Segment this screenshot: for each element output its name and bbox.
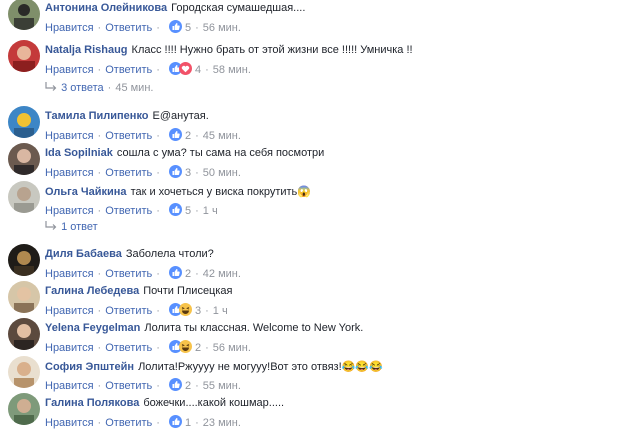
comment-text: так и хочеться у виска покрутить😱 bbox=[130, 186, 311, 198]
comment: Галина Полякова божечки....какой кошмар..… bbox=[8, 393, 612, 429]
comment-author[interactable]: Ida Sopilniak bbox=[45, 147, 113, 159]
replies-count-link[interactable]: 3 ответа bbox=[61, 82, 104, 94]
comment: Диля Бабаева Заболела чтоли? Нравится · Отв… bbox=[8, 244, 612, 280]
comment-author[interactable]: Yelena Feygelman bbox=[45, 322, 140, 334]
comment: Тамила Пилипенко Е@анутая. Нравится · Ответ… bbox=[8, 106, 612, 142]
comment-time[interactable]: 1 ч bbox=[203, 205, 218, 217]
comment: Natalja Rishaug Класс !!!! Нужно брать от… bbox=[8, 40, 612, 76]
reaction-count: 2 bbox=[184, 380, 192, 392]
like-button[interactable]: Нравится bbox=[45, 342, 94, 354]
reply-button[interactable]: Ответить bbox=[105, 64, 152, 76]
comment: София Эпштейн Лолита!Ржуууу не могууу!Вот… bbox=[8, 356, 612, 392]
replies-count-link[interactable]: 1 ответ bbox=[61, 221, 98, 233]
reaction-count: 3 bbox=[194, 305, 202, 317]
avatar[interactable] bbox=[8, 281, 40, 313]
reply-button[interactable]: Ответить bbox=[105, 22, 152, 34]
comment-time[interactable]: 1 ч bbox=[213, 305, 228, 317]
like-button[interactable]: Нравится bbox=[45, 268, 94, 280]
comment-time[interactable]: 23 мин. bbox=[203, 417, 241, 429]
like-reaction-icon[interactable] bbox=[168, 378, 182, 394]
like-button[interactable]: Нравится bbox=[45, 130, 94, 142]
haha-reaction-icon[interactable] bbox=[178, 340, 192, 356]
comment-time[interactable]: 42 мин. bbox=[203, 268, 241, 280]
like-reaction-icon[interactable] bbox=[168, 203, 182, 219]
comment-text: Заболела чтоли? bbox=[125, 248, 214, 260]
avatar[interactable] bbox=[8, 0, 40, 30]
love-reaction-icon[interactable] bbox=[178, 62, 192, 78]
comment: Ольга Чайкина так и хочеться у виска покр… bbox=[8, 181, 612, 217]
comment-text: Лолита ты классная. Welcome to New York. bbox=[144, 322, 364, 334]
haha-reaction-icon[interactable] bbox=[178, 303, 192, 319]
avatar[interactable] bbox=[8, 393, 40, 425]
like-button[interactable]: Нравится bbox=[45, 380, 94, 392]
reply-button[interactable]: Ответить bbox=[105, 380, 152, 392]
like-button[interactable]: Нравится bbox=[45, 417, 94, 429]
comment-author[interactable]: Natalja Rishaug bbox=[45, 44, 128, 56]
reply-arrow-icon bbox=[44, 221, 58, 233]
replies-time: 45 мин. bbox=[115, 82, 154, 94]
like-button[interactable]: Нравится bbox=[45, 22, 94, 34]
avatar[interactable] bbox=[8, 356, 40, 388]
reply-button[interactable]: Ответить bbox=[105, 342, 152, 354]
like-button[interactable]: Нравится bbox=[45, 64, 94, 76]
avatar[interactable] bbox=[8, 244, 40, 276]
comment-time[interactable]: 56 мин. bbox=[203, 22, 241, 34]
like-button[interactable]: Нравится bbox=[45, 305, 94, 317]
comment-time[interactable]: 50 мин. bbox=[203, 167, 241, 179]
reply-button[interactable]: Ответить bbox=[105, 167, 152, 179]
comment: Yelena Feygelman Лолита ты классная. Welc… bbox=[8, 318, 612, 354]
reply-button[interactable]: Ответить bbox=[105, 130, 152, 142]
comment: Галина Лебедева Почти Плисецкая Нравится ·… bbox=[8, 281, 612, 317]
reply-arrow-icon bbox=[44, 82, 58, 94]
avatar[interactable] bbox=[8, 181, 40, 213]
reaction-count: 2 bbox=[184, 130, 192, 142]
reaction-count: 1 bbox=[184, 417, 192, 429]
reaction-count: 5 bbox=[184, 205, 192, 217]
view-replies[interactable]: 1 ответ bbox=[44, 221, 98, 233]
like-button[interactable]: Нравится bbox=[45, 205, 94, 217]
comment-author[interactable]: Галина Полякова bbox=[45, 397, 139, 409]
like-reaction-icon[interactable] bbox=[168, 128, 182, 144]
reply-button[interactable]: Ответить bbox=[105, 305, 152, 317]
comment-author[interactable]: София Эпштейн bbox=[45, 361, 134, 373]
comment-author[interactable]: Ольга Чайкина bbox=[45, 186, 127, 198]
comment-text: божечки....какой кошмар..... bbox=[143, 397, 285, 409]
like-reaction-icon[interactable] bbox=[168, 415, 182, 431]
comment-text: Лолита!Ржуууу не могууу!Вот это отвяз!😂😂… bbox=[138, 361, 383, 373]
reaction-count: 3 bbox=[184, 167, 192, 179]
comment-text: Почти Плисецкая bbox=[143, 285, 233, 297]
comment-time[interactable]: 58 мин. bbox=[213, 64, 251, 76]
like-reaction-icon[interactable] bbox=[168, 266, 182, 282]
avatar[interactable] bbox=[8, 40, 40, 72]
avatar[interactable] bbox=[8, 143, 40, 175]
comment-text: Е@анутая. bbox=[152, 110, 209, 122]
reply-button[interactable]: Ответить bbox=[105, 205, 152, 217]
comment-author[interactable]: Тамила Пилипенко bbox=[45, 110, 149, 122]
reply-button[interactable]: Ответить bbox=[105, 417, 152, 429]
reaction-count: 4 bbox=[194, 64, 202, 76]
comment-author[interactable]: Антонина Олейникова bbox=[45, 2, 167, 14]
comment-time[interactable]: 45 мин. bbox=[203, 130, 241, 142]
comment-text: сошла с ума? ты сама на себя посмотри bbox=[116, 147, 325, 159]
like-reaction-icon[interactable] bbox=[168, 165, 182, 181]
avatar[interactable] bbox=[8, 106, 40, 138]
reply-button[interactable]: Ответить bbox=[105, 268, 152, 280]
comment: Ida Sopilniak сошла с ума? ты сама на себ… bbox=[8, 143, 612, 179]
comment-time[interactable]: 56 мин. bbox=[213, 342, 251, 354]
like-reaction-icon[interactable] bbox=[168, 20, 182, 36]
reaction-count: 5 bbox=[184, 22, 192, 34]
comment-author[interactable]: Диля Бабаева bbox=[45, 248, 122, 260]
view-replies[interactable]: 3 ответа · 45 мин. bbox=[44, 82, 153, 94]
comment-text: Городская сумашедшая.... bbox=[171, 2, 306, 14]
reaction-count: 2 bbox=[184, 268, 192, 280]
like-button[interactable]: Нравится bbox=[45, 167, 94, 179]
comment-text: Класс !!!! Нужно брать от этой жизни все… bbox=[131, 44, 413, 56]
comment-author[interactable]: Галина Лебедева bbox=[45, 285, 139, 297]
reaction-count: 2 bbox=[194, 342, 202, 354]
avatar[interactable] bbox=[8, 318, 40, 350]
comment-time[interactable]: 55 мин. bbox=[203, 380, 241, 392]
comment: Антонина Олейникова Городская сумашедшая.… bbox=[8, 0, 612, 34]
